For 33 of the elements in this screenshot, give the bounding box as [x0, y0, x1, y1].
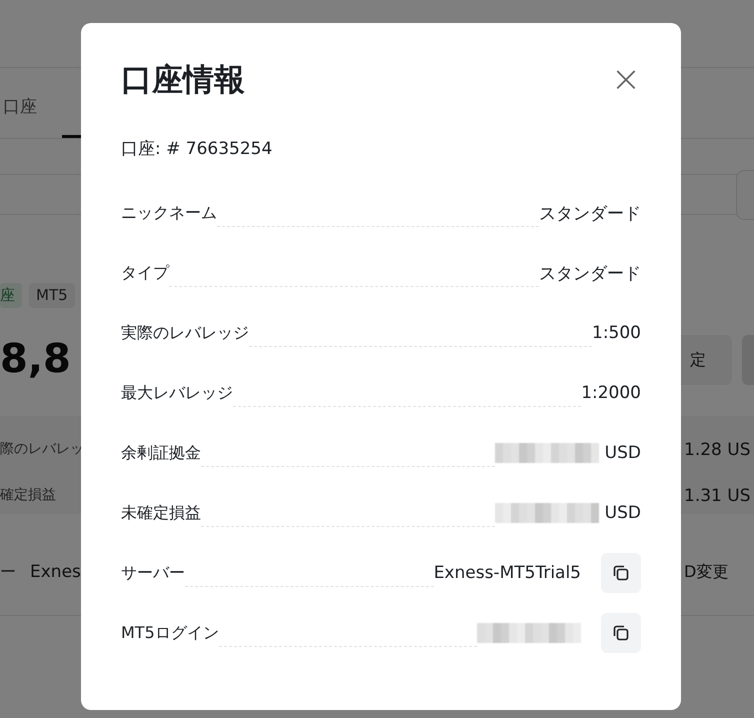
field-label: 未確定損益: [121, 502, 201, 524]
change-link[interactable]: D変更: [684, 562, 728, 583]
copy-icon: [612, 624, 630, 642]
summary-value: 1.28 US: [684, 440, 750, 460]
account-tab[interactable]: 口座: [3, 95, 37, 118]
field-label: 最大レバレッジ: [121, 382, 233, 404]
field-label: 余剰証拠金: [121, 442, 201, 464]
summary-label: 際のレバレッ: [0, 440, 84, 458]
field-label: MT5ログイン: [121, 622, 219, 644]
dialog-title: 口座情報: [121, 61, 245, 100]
server-value: Exnes: [30, 562, 81, 582]
copy-button[interactable]: [601, 553, 641, 593]
currency-label: USD: [604, 503, 641, 523]
field-value: 1:2000: [581, 383, 641, 403]
field-label: 実際のレバレッジ: [121, 322, 249, 344]
summary-value: 1.31 US: [684, 486, 750, 506]
close-button[interactable]: ×: [610, 62, 641, 98]
account-tag: MT5: [29, 283, 75, 308]
field-value: スタンダード: [539, 262, 641, 284]
field-label: ニックネーム: [121, 202, 217, 224]
field-value: Exness-MT5Trial5: [434, 563, 581, 583]
copy-button[interactable]: [601, 613, 641, 653]
field-value: 1:500: [592, 323, 641, 343]
balance-amount: 8,8: [0, 336, 71, 382]
summary-label: 確定損益: [0, 486, 56, 504]
account-tag: 座: [0, 283, 22, 308]
copy-icon: [612, 564, 630, 582]
account-number: 口座: # 76635254: [121, 138, 274, 160]
server-label: ー: [0, 562, 16, 583]
field-label: タイプ: [121, 262, 169, 284]
field-value: スタンダード: [539, 202, 641, 224]
field-label: サーバー: [121, 562, 185, 584]
currency-label: USD: [604, 443, 641, 463]
